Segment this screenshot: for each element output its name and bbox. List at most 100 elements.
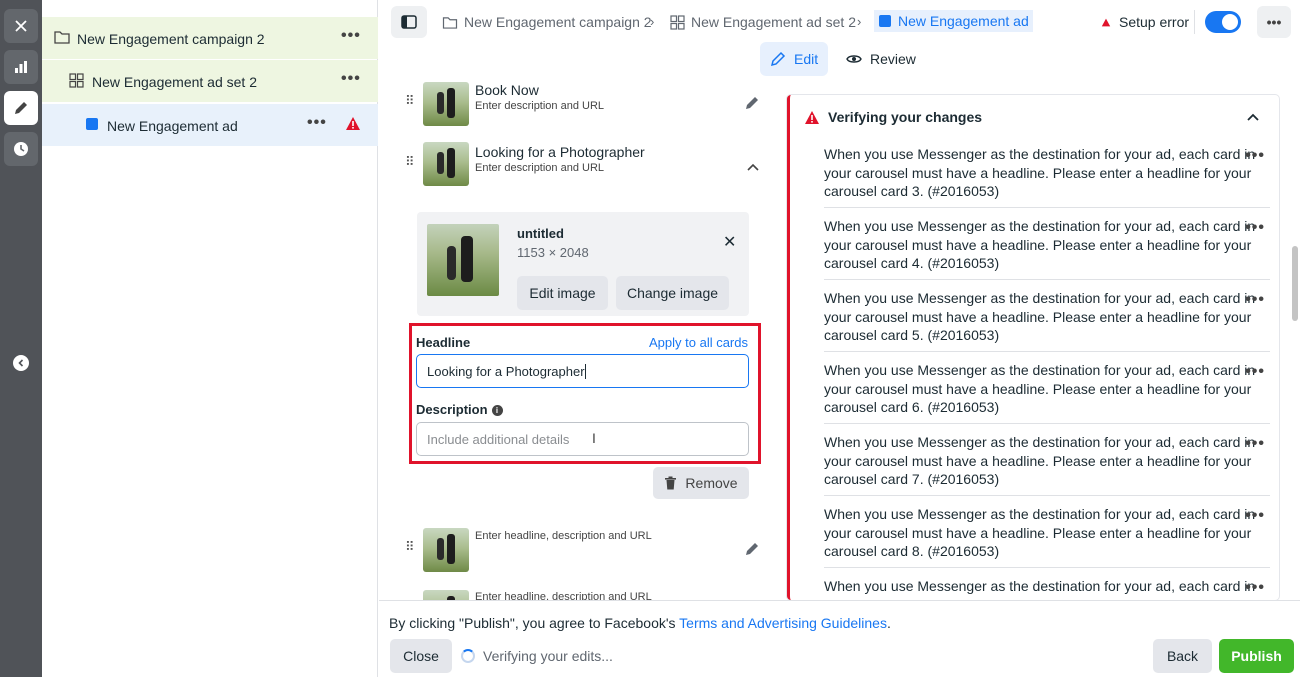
edit-image-button[interactable]: Edit image — [517, 276, 608, 310]
drag-handle-icon[interactable]: ⠿ — [405, 94, 414, 107]
more-icon[interactable]: ••• — [307, 114, 327, 132]
remove-label: Remove — [685, 475, 738, 491]
apply-to-all-cards-link[interactable]: Apply to all cards — [649, 335, 748, 350]
card-image-preview — [427, 224, 499, 296]
divider — [824, 351, 1270, 352]
divider — [824, 495, 1270, 496]
verify-message: When you use Messenger as the destinatio… — [824, 506, 1256, 559]
breadcrumb-adset[interactable]: New Engagement ad set 2 — [670, 14, 856, 30]
spinner-icon — [461, 649, 475, 663]
drag-handle-icon[interactable]: ⠿ — [405, 540, 414, 553]
headline-label: Headline — [416, 335, 471, 350]
folder-icon — [442, 16, 458, 29]
card-thumbnail — [423, 528, 469, 572]
tree-item-adset[interactable]: New Engagement ad set 2 ••• — [42, 60, 378, 102]
panel-toggle-icon[interactable] — [391, 6, 427, 38]
divider — [1194, 10, 1195, 34]
headline-value: Looking for a Photographer — [427, 363, 585, 379]
carousel-card[interactable]: ⠿ Book Now Enter description and URL — [399, 78, 767, 136]
carousel-card[interactable]: Enter headline, description and URL — [399, 584, 767, 600]
divider — [824, 423, 1270, 424]
folder-icon — [54, 30, 70, 47]
card-thumbnail — [423, 142, 469, 186]
drag-handle-icon[interactable]: ⠿ — [405, 155, 414, 168]
headline-input[interactable]: Looking for a Photographer — [416, 354, 749, 388]
chevron-up-icon[interactable] — [1247, 109, 1259, 124]
more-icon[interactable]: ••• — [1257, 6, 1291, 38]
image-size: 1153 × 2048 — [517, 245, 589, 260]
card-subtitle: Enter description and URL — [475, 162, 605, 174]
setup-error-label: Setup error — [1119, 14, 1190, 30]
publish-agreement: By clicking "Publish", you agree to Face… — [389, 615, 891, 631]
verifying-status: Verifying your edits... — [461, 648, 613, 664]
chevron-up-icon[interactable] — [747, 159, 759, 174]
agreement-text: By clicking "Publish", you agree to Face… — [389, 615, 680, 631]
description-input[interactable]: Include additional details I — [416, 422, 749, 456]
grid-icon — [670, 14, 685, 30]
campaign-name: New Engagement campaign 2 — [77, 31, 265, 47]
tree-item-ad[interactable]: New Engagement ad ••• — [42, 104, 378, 146]
more-icon[interactable]: ••• — [1245, 291, 1265, 309]
more-icon[interactable]: ••• — [1245, 507, 1265, 525]
more-icon[interactable]: ••• — [341, 27, 361, 45]
tab-edit[interactable]: Edit — [760, 42, 829, 76]
publish-button[interactable]: Publish — [1219, 639, 1294, 673]
campaign-tree: New Engagement campaign 2 ••• New Engage… — [42, 0, 378, 677]
verification-panel: Verifying your changes When you use Mess… — [787, 95, 1279, 600]
info-icon[interactable]: i — [491, 405, 503, 417]
pencil-icon — [770, 51, 786, 67]
warning-icon — [805, 110, 819, 124]
pencil-icon[interactable] — [744, 95, 760, 114]
breadcrumb-label: New Engagement ad set 2 — [691, 14, 856, 30]
chart-icon[interactable] — [4, 50, 38, 84]
more-icon[interactable]: ••• — [1245, 147, 1265, 165]
chevron-right-icon: › — [857, 14, 862, 29]
breadcrumb-label: New Engagement ad — [898, 13, 1029, 29]
carousel-card[interactable]: ⠿ Enter headline, description and URL — [399, 522, 767, 580]
close-icon[interactable] — [4, 9, 38, 43]
pencil-icon[interactable] — [744, 541, 760, 560]
breadcrumb-ad[interactable]: New Engagement ad — [874, 10, 1033, 32]
description-placeholder: Include additional details — [427, 431, 570, 447]
verify-header[interactable]: Verifying your changes — [804, 109, 982, 125]
description-label: Description — [416, 402, 488, 417]
tab-review[interactable]: Review — [836, 42, 926, 76]
footer: By clicking "Publish", you agree to Face… — [379, 600, 1300, 677]
close-button[interactable]: Close — [390, 639, 452, 673]
terms-link[interactable]: Terms and Advertising Guidelines — [679, 615, 887, 631]
ad-icon — [879, 15, 891, 27]
remove-button[interactable]: Remove — [653, 467, 749, 499]
left-rail — [0, 0, 42, 677]
clock-icon[interactable] — [4, 132, 38, 166]
back-button[interactable]: Back — [1153, 639, 1212, 673]
text-cursor-icon: I — [592, 430, 596, 446]
more-icon[interactable]: ••• — [1245, 579, 1265, 597]
tab-edit-label: Edit — [794, 51, 819, 67]
card-title: Looking for a Photographer — [475, 144, 645, 160]
scrollbar[interactable] — [1290, 86, 1300, 600]
more-icon[interactable]: ••• — [1245, 435, 1265, 453]
verify-message: When you use Messenger as the destinatio… — [824, 290, 1256, 343]
top-bar: New Engagement campaign 2 › New Engageme… — [379, 0, 1300, 44]
ad-on-off-toggle[interactable] — [1205, 11, 1241, 33]
card-subtitle: Enter description and URL — [475, 100, 605, 112]
breadcrumb-campaign[interactable]: New Engagement campaign 2 — [442, 14, 652, 30]
carousel-card-expanded[interactable]: ⠿ Looking for a Photographer Enter descr… — [399, 139, 767, 197]
change-image-button[interactable]: Change image — [616, 276, 729, 310]
verify-message: When you use Messenger as the destinatio… — [824, 434, 1256, 487]
close-icon[interactable]: ✕ — [723, 232, 736, 252]
card-subtitle: Enter headline, description and URL — [475, 530, 652, 542]
collapse-arrow-icon[interactable] — [13, 355, 29, 371]
agreement-suffix: . — [886, 615, 891, 631]
verify-message: When you use Messenger as the destinatio… — [824, 362, 1256, 415]
more-icon[interactable]: ••• — [341, 70, 361, 88]
setup-error-status[interactable]: Setup error — [1101, 14, 1189, 30]
more-icon[interactable]: ••• — [1245, 363, 1265, 381]
card-title: Book Now — [475, 82, 539, 98]
verify-title: Verifying your changes — [828, 109, 983, 125]
divider — [824, 207, 1270, 208]
card-subtitle: Enter headline, description and URL — [475, 591, 652, 600]
tree-item-campaign[interactable]: New Engagement campaign 2 ••• — [42, 17, 378, 59]
more-icon[interactable]: ••• — [1245, 219, 1265, 237]
pencil-icon[interactable] — [4, 91, 38, 125]
